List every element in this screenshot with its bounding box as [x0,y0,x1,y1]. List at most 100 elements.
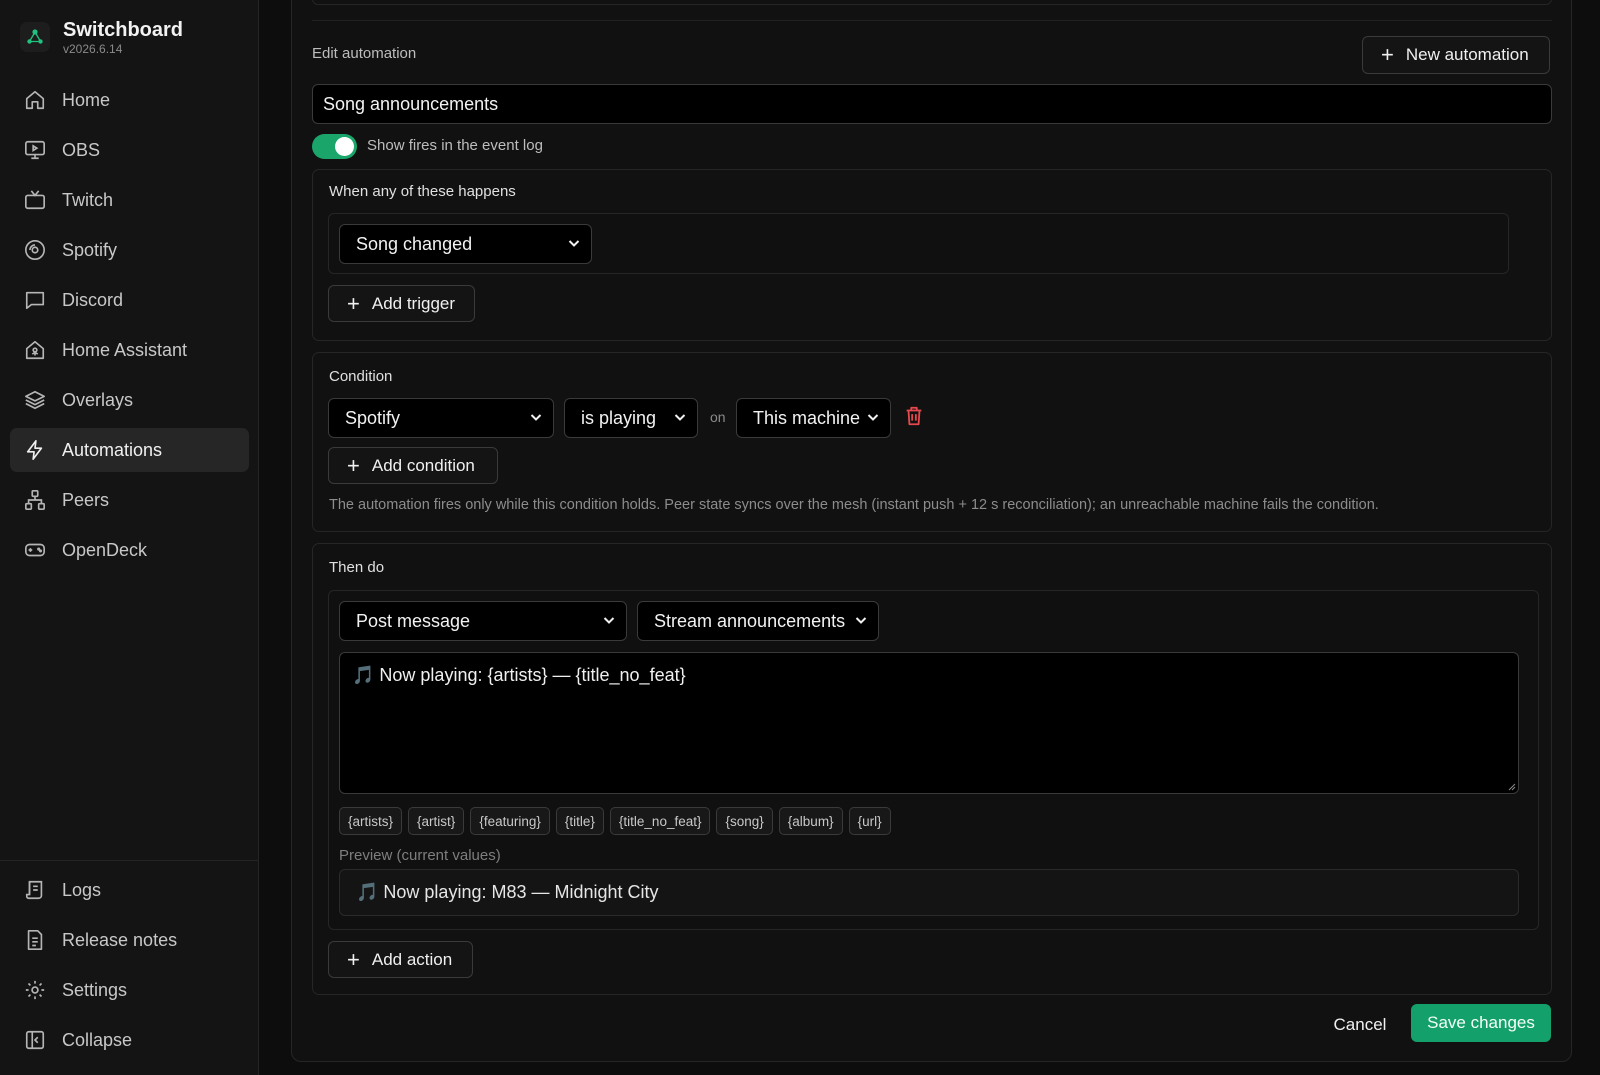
variable-chip-artists[interactable]: {artists} [339,807,403,835]
gamepad-icon [23,538,47,562]
sidebar-item-label: Overlays [62,389,134,410]
variable-chips: {artists} {artist} {featuring} {title} {… [339,807,897,835]
disc-icon [23,238,47,262]
sidebar-item-home-assistant[interactable]: Home Assistant [10,328,249,372]
new-automation-label: New automation [1405,45,1529,64]
action-target-select[interactable]: Stream announcements [637,601,879,641]
app-version: v2026.6.14 [63,42,123,56]
condition-help-text: The automation fires only while this con… [329,497,1379,513]
sidebar-item-spotify[interactable]: Spotify [10,228,249,272]
trigger-heading: When any of these happens [329,183,516,200]
variable-chip-url[interactable]: {url} [848,807,891,835]
condition-machine-select[interactable]: This machine [736,398,891,438]
condition-machine-value: This machine [753,407,861,428]
sidebar-item-home[interactable]: Home [10,78,249,122]
sidebar-item-peers[interactable]: Peers [10,478,249,522]
sidebar-bottom-nav: Logs Release notes Settings Collapse [10,868,249,1068]
plus-icon: + [347,946,360,972]
condition-source-select[interactable]: Spotify [328,398,554,438]
sidebar-item-opendeck[interactable]: OpenDeck [10,528,249,572]
chevron-down-icon [568,240,580,247]
sidebar-item-label: Twitch [62,189,114,210]
sidebar-item-label: OBS [62,139,101,160]
show-fires-toggle[interactable] [312,134,357,159]
sidebar-item-obs[interactable]: OBS [10,128,249,172]
message-text: 🎵 Now playing: {artists} — {title_no_fea… [352,665,686,685]
chevron-down-icon [530,414,542,421]
preview-box: 🎵 Now playing: M83 — Midnight City [339,869,1519,916]
trigger-row: Song changed [328,213,1509,274]
action-target-value: Stream announcements [654,610,846,631]
preview-text: 🎵 Now playing: M83 — Midnight City [356,882,659,902]
message-textarea[interactable]: 🎵 Now playing: {artists} — {title_no_fea… [339,652,1519,794]
trigger-select-value: Song changed [356,233,473,254]
plus-icon: + [347,452,360,478]
sidebar-item-overlays[interactable]: Overlays [10,378,249,422]
sidebar-item-release-notes[interactable]: Release notes [10,918,249,962]
add-trigger-label: Add trigger [371,293,456,313]
trigger-section: When any of these happens Song changed +… [312,169,1552,341]
sidebar-item-label: Peers [62,489,110,510]
smart-home-icon [23,338,47,362]
action-type-select[interactable]: Post message [339,601,627,641]
sidebar-item-label: Settings [62,979,128,1000]
network-icon [23,488,47,512]
sidebar-item-automations[interactable]: Automations [10,428,249,472]
cancel-button[interactable]: Cancel [1320,1007,1400,1043]
bolt-icon [23,438,47,462]
condition-state-value: is playing [581,407,657,428]
chevron-down-icon [603,617,615,624]
chat-icon [23,288,47,312]
logs-icon [23,878,47,902]
condition-on-label: on [710,409,726,425]
sidebar-item-label: OpenDeck [62,539,148,560]
sidebar-item-label: Home [62,89,111,110]
sidebar-item-logs[interactable]: Logs [10,868,249,912]
show-fires-label: Show fires in the event log [367,137,543,154]
sidebar-item-settings[interactable]: Settings [10,968,249,1012]
add-action-button[interactable]: + Add action [328,941,473,978]
sidebar-item-label: Release notes [62,929,178,950]
editor-divider [312,20,1552,21]
add-condition-button[interactable]: + Add condition [328,447,498,484]
toggle-knob [335,137,354,156]
sidebar-item-label: Collapse [62,1029,133,1050]
trigger-select[interactable]: Song changed [339,224,592,264]
sidebar-item-twitch[interactable]: Twitch [10,178,249,222]
tv-icon [23,188,47,212]
save-changes-button[interactable]: Save changes [1411,1004,1551,1042]
sidebar-nav: Home OBS Twitch Spotify Discord Home Ass… [10,78,249,578]
variable-chip-artist[interactable]: {artist} [408,807,465,835]
chevron-down-icon [855,617,867,624]
plus-icon: + [1381,42,1394,67]
condition-section: Condition Spotify is playing on This mac… [312,352,1552,532]
sidebar-item-collapse[interactable]: Collapse [10,1018,249,1062]
add-trigger-button[interactable]: + Add trigger [328,285,475,322]
sidebar-item-label: Automations [62,439,163,460]
chevron-down-icon [867,414,879,421]
condition-source-value: Spotify [345,407,401,428]
document-icon [23,928,47,952]
gear-icon [23,978,47,1002]
add-action-label: Add action [371,949,453,969]
action-card: Post message Stream announcements 🎵 Now … [328,590,1539,930]
chevron-down-icon [674,414,686,421]
resize-handle-icon[interactable] [1506,781,1516,791]
sidebar-item-label: Logs [62,879,102,900]
sidebar-item-discord[interactable]: Discord [10,278,249,322]
variable-chip-album[interactable]: {album} [778,807,843,835]
layers-icon [23,388,47,412]
variable-chip-song[interactable]: {song} [716,807,773,835]
variable-chip-title[interactable]: {title} [555,807,604,835]
editor-title: Edit automation [312,45,417,62]
sidebar: Switchboard v2026.6.14 Home OBS Twitch S… [0,0,259,1075]
condition-heading: Condition [329,368,393,385]
preview-label: Preview (current values) [339,847,501,864]
new-automation-button[interactable]: + New automation [1362,36,1550,74]
variable-chip-title-no-feat[interactable]: {title_no_feat} [609,807,711,835]
variable-chip-featuring[interactable]: {featuring} [470,807,550,835]
condition-state-select[interactable]: is playing [564,398,698,438]
app-name: Switchboard [63,19,184,41]
trash-icon[interactable] [903,405,925,427]
automation-name-input[interactable] [312,84,1552,124]
